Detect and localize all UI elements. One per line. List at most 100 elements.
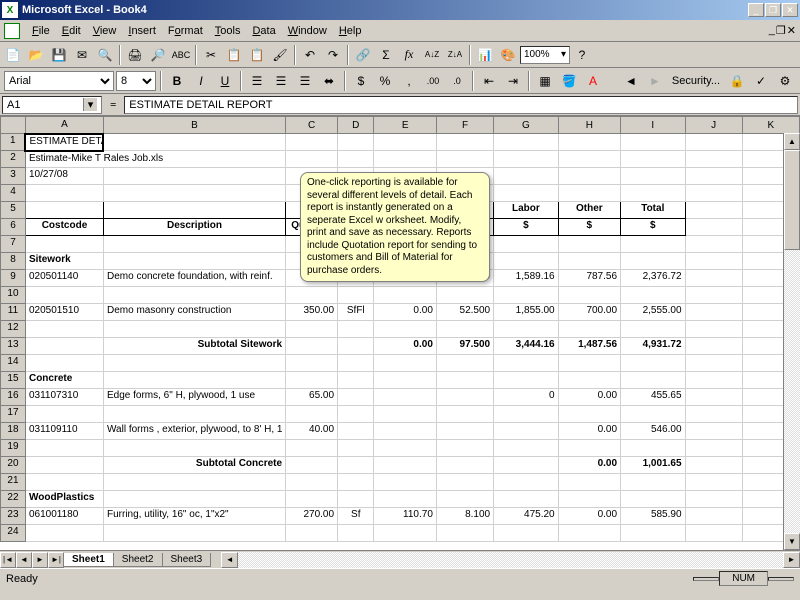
workbook-icon[interactable] xyxy=(4,23,20,39)
col-header[interactable]: J xyxy=(685,117,742,134)
cell[interactable]: 546.00 xyxy=(621,423,686,440)
row-header[interactable]: 3 xyxy=(1,168,26,185)
mail-button[interactable]: ✉ xyxy=(71,44,93,66)
cell[interactable]: 65.00 xyxy=(286,389,338,406)
col-header[interactable]: E xyxy=(374,117,436,134)
row-header[interactable]: 13 xyxy=(1,338,26,355)
cell[interactable]: 455.65 xyxy=(621,389,686,406)
cell[interactable]: 110.70 xyxy=(374,508,436,525)
cell[interactable]: 3,444.16 xyxy=(494,338,559,355)
name-box[interactable]: A1▾ xyxy=(2,96,102,114)
scroll-down-button[interactable]: ▼ xyxy=(784,533,800,550)
cell[interactable]: ESTIMATE DETAIL REPORT xyxy=(25,134,103,151)
cell[interactable]: 1,589.16 xyxy=(494,270,559,287)
row-header[interactable]: 5 xyxy=(1,202,26,219)
new-button[interactable]: 📄 xyxy=(2,44,24,66)
nav-fwd-button[interactable]: ► xyxy=(644,70,666,92)
cell[interactable]: 2,376.72 xyxy=(621,270,686,287)
menu-insert[interactable]: Insert xyxy=(122,23,162,39)
col-header[interactable]: K xyxy=(742,117,799,134)
col-header[interactable]: I xyxy=(621,117,686,134)
cell[interactable]: 97.500 xyxy=(436,338,493,355)
sheet-tab[interactable]: Sheet1 xyxy=(63,553,114,567)
open-button[interactable]: 📂 xyxy=(25,44,47,66)
merge-button[interactable]: ⬌ xyxy=(318,70,340,92)
hyperlink-button[interactable]: 🔗 xyxy=(352,44,374,66)
row-header[interactable]: 10 xyxy=(1,287,26,304)
cell[interactable]: 020501140 xyxy=(25,270,103,287)
print-button[interactable]: 🖨 xyxy=(124,44,146,66)
tab-nav-next[interactable]: ► xyxy=(32,552,48,568)
cell[interactable]: Sf xyxy=(338,508,374,525)
cell[interactable]: 1,855.00 xyxy=(494,304,559,321)
cell[interactable]: 1,001.65 xyxy=(621,457,686,474)
cell[interactable]: 585.90 xyxy=(621,508,686,525)
row-header[interactable]: 9 xyxy=(1,270,26,287)
align-center-button[interactable]: ☰ xyxy=(270,70,292,92)
menu-tools[interactable]: Tools xyxy=(209,23,247,39)
cut-button[interactable]: ✂ xyxy=(200,44,222,66)
chart-button[interactable]: 📊 xyxy=(474,44,496,66)
doc-maximize-button[interactable]: ❐ xyxy=(776,24,786,37)
col-header[interactable]: F xyxy=(436,117,493,134)
borders-button[interactable]: ▦ xyxy=(534,70,556,92)
increase-indent-button[interactable]: ⇥ xyxy=(502,70,524,92)
menu-data[interactable]: Data xyxy=(246,23,281,39)
col-header[interactable]: C xyxy=(286,117,338,134)
row-header[interactable]: 17 xyxy=(1,406,26,423)
row-header[interactable]: 22 xyxy=(1,491,26,508)
doc-close-button[interactable]: ✕ xyxy=(787,24,796,37)
cell[interactable]: Wall forms , exterior, plywood, to 8' H,… xyxy=(103,423,285,440)
row-header[interactable]: 1 xyxy=(1,134,26,151)
cell[interactable]: Estimate-Mike T Rales Job.xls xyxy=(25,151,285,168)
cell[interactable]: Other xyxy=(558,202,620,219)
italic-button[interactable]: I xyxy=(190,70,212,92)
col-header[interactable]: G xyxy=(494,117,559,134)
nav-back-button[interactable]: ◄ xyxy=(620,70,642,92)
cell[interactable]: Demo masonry construction xyxy=(103,304,285,321)
align-left-button[interactable]: ☰ xyxy=(246,70,268,92)
row-header[interactable]: 15 xyxy=(1,372,26,389)
cell[interactable]: 0.00 xyxy=(558,423,620,440)
sort-asc-button[interactable]: A↓Z xyxy=(421,44,443,66)
search-button[interactable]: 🔍 xyxy=(94,44,116,66)
cell[interactable]: 0 xyxy=(494,389,559,406)
scroll-thumb[interactable] xyxy=(784,150,800,250)
font-name-select[interactable]: Arial xyxy=(4,71,114,91)
col-header[interactable]: H xyxy=(558,117,620,134)
col-header[interactable]: D xyxy=(338,117,374,134)
row-header[interactable]: 24 xyxy=(1,525,26,542)
cell[interactable]: 4,931.72 xyxy=(621,338,686,355)
cell[interactable]: Costcode xyxy=(25,219,103,236)
cell[interactable]: Demo concrete foundation, with reinf. xyxy=(103,270,285,287)
sheet-tab[interactable]: Sheet2 xyxy=(113,553,163,567)
row-header[interactable]: 19 xyxy=(1,440,26,457)
comma-button[interactable]: , xyxy=(398,70,420,92)
cell[interactable]: 031107310 xyxy=(25,389,103,406)
cell[interactable]: Subtotal Sitework xyxy=(103,338,285,355)
row-header[interactable]: 21 xyxy=(1,474,26,491)
minimize-button[interactable]: _ xyxy=(748,3,764,17)
cell[interactable]: Concrete xyxy=(25,372,103,389)
menu-format[interactable]: Format xyxy=(162,23,209,39)
cell[interactable]: 700.00 xyxy=(558,304,620,321)
autosum-button[interactable]: Σ xyxy=(375,44,397,66)
preview-button[interactable]: 🔎 xyxy=(147,44,169,66)
menu-file[interactable]: File xyxy=(26,23,56,39)
paste-button[interactable]: 📋 xyxy=(246,44,268,66)
cell[interactable]: SfFl xyxy=(338,304,374,321)
select-all-corner[interactable] xyxy=(1,117,26,134)
row-header[interactable]: 11 xyxy=(1,304,26,321)
row-header[interactable]: 16 xyxy=(1,389,26,406)
tab-nav-first[interactable]: |◄ xyxy=(0,552,16,568)
row-header[interactable]: 18 xyxy=(1,423,26,440)
cell[interactable]: 020501510 xyxy=(25,304,103,321)
cell[interactable]: WoodPlastics xyxy=(25,491,103,508)
cell[interactable]: 061001180 xyxy=(25,508,103,525)
sheet-tab[interactable]: Sheet3 xyxy=(162,553,212,567)
cell[interactable]: 2,555.00 xyxy=(621,304,686,321)
help-button[interactable]: ? xyxy=(571,44,593,66)
row-header[interactable]: 4 xyxy=(1,185,26,202)
row-header[interactable]: 12 xyxy=(1,321,26,338)
cell[interactable]: 10/27/08 xyxy=(25,168,103,185)
